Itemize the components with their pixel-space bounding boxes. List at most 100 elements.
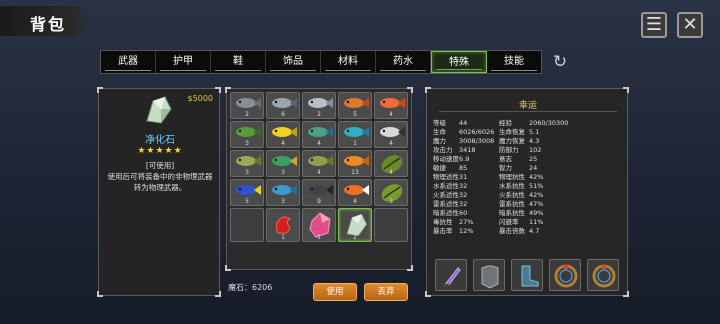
item-quantity: 9 xyxy=(317,198,321,205)
inventory-slot[interactable]: 6 xyxy=(266,92,300,119)
tab-5[interactable]: 药水 xyxy=(376,51,431,73)
inventory-slot[interactable]: 1 xyxy=(302,208,336,242)
stat-value: 32 xyxy=(459,182,468,190)
stat-value: 47% xyxy=(529,200,544,208)
tab-7[interactable]: 技能 xyxy=(487,51,541,73)
inventory-slot[interactable] xyxy=(230,208,264,242)
item-usable-tag: [可使用] xyxy=(145,161,175,170)
item-quantity: 1 xyxy=(281,234,285,241)
item-quantity: 3 xyxy=(245,169,249,176)
stat-label: 物理适性 xyxy=(433,173,459,181)
tab-0[interactable]: 武器 xyxy=(101,51,156,73)
use-button[interactable]: 使用 xyxy=(313,283,357,301)
item-quantity: 3 xyxy=(281,198,285,205)
stat-value: 5.1 xyxy=(529,128,540,136)
menu-icon: ☰ xyxy=(645,14,663,35)
stat-value: 44 xyxy=(459,119,468,127)
inventory-slot[interactable]: 13 xyxy=(338,150,372,177)
inventory-slot[interactable]: 2 xyxy=(302,92,336,119)
item-quantity: 4 xyxy=(389,169,393,176)
stat-value: 25 xyxy=(529,155,538,163)
stat-row: 魔力 3008/3008 魔力恢复 4.3 xyxy=(433,137,625,146)
stat-label: 暗系抗性 xyxy=(499,209,525,217)
inventory-slot[interactable]: 1 xyxy=(338,121,372,148)
inventory-slot[interactable] xyxy=(374,208,408,242)
stat-label: 闪避率 xyxy=(499,218,519,226)
item-detail-panel: $5000 净化石 ★★★★★ [可使用] 使用后可将装备中的非物理武器转为物理… xyxy=(97,87,221,297)
close-icon: ✕ xyxy=(682,14,698,35)
menu-button[interactable]: ☰ xyxy=(641,12,667,38)
stat-value: 2060/30300 xyxy=(529,119,569,127)
character-stats-panel: 幸运 等级 44 经验 2060/30300 生命 6026/6026 生命恢复 5.1 魔力 3… xyxy=(425,87,629,297)
inventory-slot[interactable]: 9 xyxy=(302,179,336,206)
inventory-slot[interactable]: 4 xyxy=(374,92,408,119)
gem-count: 魔石：6206 xyxy=(228,283,273,292)
stat-label: 物理抗性 xyxy=(499,173,525,181)
inventory-slot[interactable]: 4 xyxy=(302,121,336,148)
refresh-button[interactable]: ↻ xyxy=(550,52,570,72)
item-quantity: 3 xyxy=(245,140,249,147)
stat-label: 移动速度 xyxy=(433,155,459,163)
item-quantity: 4 xyxy=(353,198,357,205)
tab-6[interactable]: 特殊 xyxy=(431,51,487,73)
item-quantity: 3 xyxy=(281,169,285,176)
stat-value: 49% xyxy=(529,209,544,217)
page-title: 背包 xyxy=(30,15,67,34)
item-quantity: 4 xyxy=(317,169,321,176)
inventory-slot[interactable]: 2 xyxy=(338,208,372,242)
stat-row: 等级 44 经验 2060/30300 xyxy=(433,119,625,128)
discard-button[interactable]: 丢弃 xyxy=(364,283,408,301)
tab-4[interactable]: 材料 xyxy=(321,51,376,73)
inventory-slot[interactable]: 4 xyxy=(338,179,372,206)
stat-row: 暗系适性 60 暗系抗性 49% xyxy=(433,209,625,218)
equipment-slot[interactable] xyxy=(549,259,581,291)
stat-value: 60 xyxy=(459,209,468,217)
inventory-slot[interactable]: 4 xyxy=(374,121,408,148)
equipment-slot[interactable] xyxy=(473,259,505,291)
inventory-slot[interactable]: 4 xyxy=(266,121,300,148)
item-quantity: 4 xyxy=(281,140,285,147)
close-button[interactable]: ✕ xyxy=(677,12,703,38)
stat-label: 火系适性 xyxy=(433,191,459,199)
inventory-slot[interactable]: 3 xyxy=(230,121,264,148)
stat-label: 暗系适性 xyxy=(433,209,459,217)
inventory-slot[interactable]: 3 xyxy=(266,179,300,206)
equipment-slot[interactable] xyxy=(435,259,467,291)
item-quantity: 4 xyxy=(389,111,393,118)
stat-row: 毒抗性 27% 闪避率 11% xyxy=(433,218,625,227)
tab-2[interactable]: 鞋 xyxy=(211,51,266,73)
inventory-slot[interactable]: 4 xyxy=(374,150,408,177)
equipment-slot[interactable] xyxy=(587,259,619,291)
stat-label: 魔力 xyxy=(433,137,446,145)
inventory-slot[interactable]: 5 xyxy=(338,92,372,119)
stat-value: 42% xyxy=(529,191,544,199)
tab-3[interactable]: 饰品 xyxy=(266,51,321,73)
stat-value: 6.9 xyxy=(459,155,470,163)
stat-label: 暴击率 xyxy=(433,227,453,235)
stat-value: 32 xyxy=(459,191,468,199)
stat-label: 雷系抗性 xyxy=(499,200,525,208)
item-quantity: 2 xyxy=(353,234,357,241)
tab-1[interactable]: 护甲 xyxy=(156,51,211,73)
stat-label: 等级 xyxy=(433,119,446,127)
inventory-slot[interactable]: 1 xyxy=(266,208,300,242)
stat-value: 3418 xyxy=(459,146,476,154)
inventory-slot[interactable]: 2 xyxy=(230,92,264,119)
purify-stone-icon xyxy=(146,96,172,124)
stat-value: 102 xyxy=(529,146,542,154)
inventory-slot[interactable]: 3 xyxy=(230,150,264,177)
divider xyxy=(439,111,617,112)
inventory-slot[interactable]: 3 xyxy=(374,179,408,206)
stat-label: 生命 xyxy=(433,128,446,136)
stat-label: 攻击力 xyxy=(433,146,453,154)
stat-label: 经验 xyxy=(499,119,512,127)
equipment-slot[interactable] xyxy=(511,259,543,291)
item-quantity: 13 xyxy=(351,169,359,176)
inventory-slot[interactable]: 4 xyxy=(302,150,336,177)
stat-value: 12% xyxy=(459,227,474,235)
item-quantity: 4 xyxy=(317,140,321,147)
stat-value: 11% xyxy=(529,218,544,226)
inventory-slot[interactable]: 3 xyxy=(266,150,300,177)
stat-value: 42% xyxy=(529,173,544,181)
inventory-slot[interactable]: 5 xyxy=(230,179,264,206)
